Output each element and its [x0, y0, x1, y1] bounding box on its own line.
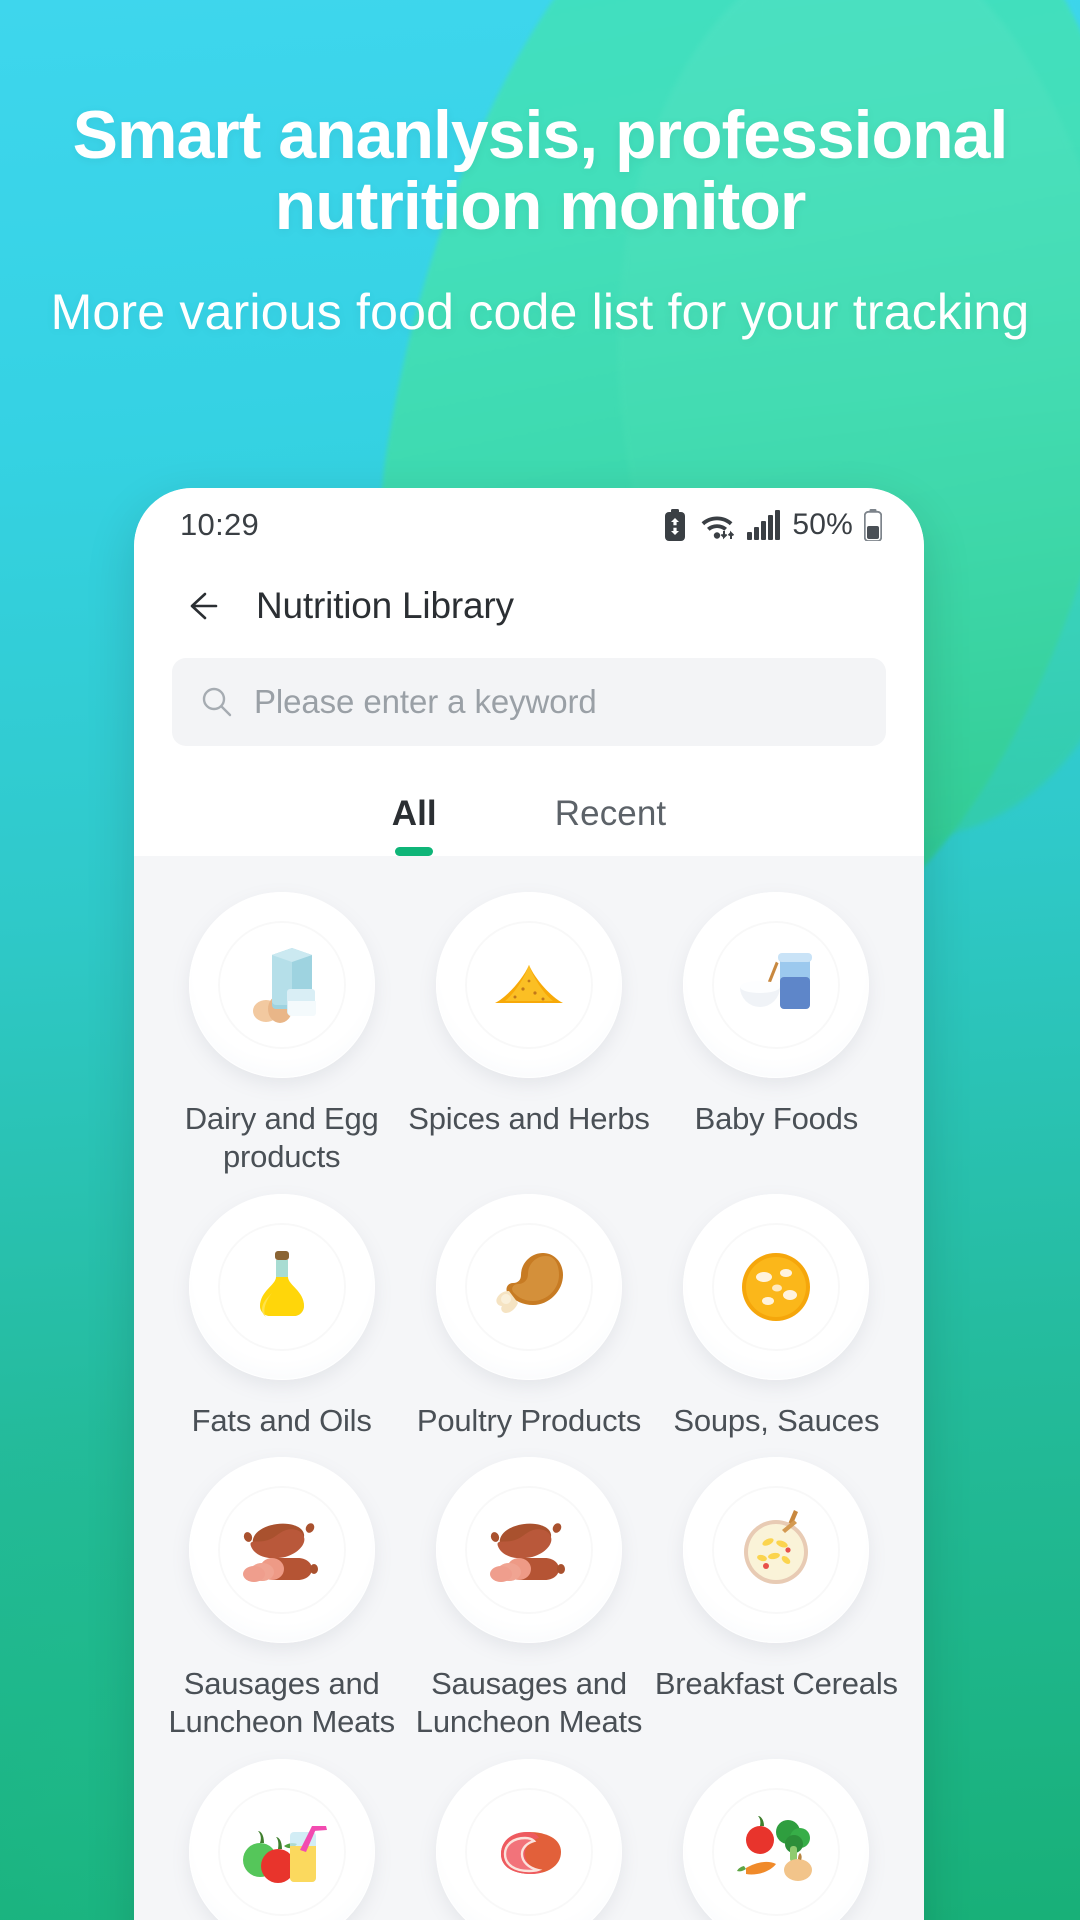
category-plate: [683, 1759, 870, 1920]
category-label: Dairy and Egg products: [184, 1101, 379, 1174]
soup-bowl-icon: [742, 1252, 811, 1321]
category-label: Breakfast Cereals: [654, 1666, 898, 1702]
category-label: Sausages and Luncheon Meats: [168, 1666, 395, 1740]
category-item[interactable]: Baby Foods: [653, 882, 900, 1176]
oil-bottle-icon: [259, 1250, 304, 1317]
spice-powder-icon: [494, 965, 563, 1003]
category-plate: [435, 1193, 622, 1380]
fruits-juice-icon: [242, 1826, 327, 1884]
tab-bar: All Recent: [134, 746, 924, 856]
category-label: Spices and Herbs: [408, 1101, 650, 1136]
category-label: Soups, Sauces: [673, 1402, 880, 1438]
category-plate: [435, 1457, 622, 1644]
category-item[interactable]: Sausages and Luncheon Meats: [405, 1447, 652, 1741]
back-arrow-icon[interactable]: [180, 585, 222, 627]
signal-icon: [747, 510, 781, 540]
category-grid: Dairy and Egg products Spices and Herbs: [134, 856, 924, 1920]
sausage-icon: [489, 1523, 565, 1583]
category-item[interactable]: Fruits and Fruit: [158, 1749, 405, 1920]
baby-food-bowl-icon: [740, 953, 813, 1009]
category-item[interactable]: Poultry Products: [405, 1184, 652, 1440]
category-plate: [188, 1759, 375, 1920]
search-area: Please enter a keyword: [134, 654, 924, 746]
battery-percent-label: 50%: [792, 508, 853, 541]
tab-recent-label: Recent: [554, 794, 667, 833]
vegetables-icon: [737, 1816, 813, 1882]
promo-copy: Smart ananlysis, professional nutrition …: [0, 100, 1080, 342]
tab-active-indicator: [395, 847, 434, 856]
milk-carton-eggs-icon: [252, 948, 316, 1023]
category-plate: [683, 1457, 870, 1644]
category-item[interactable]: Breakfast Cereals: [653, 1447, 900, 1741]
search-icon: [202, 687, 232, 717]
app-top-sheet: 10:29 50% Nutrition Library Please enter…: [134, 488, 924, 856]
cereal-bowl-icon: [744, 1510, 809, 1585]
category-plate: [188, 1193, 375, 1380]
category-item[interactable]: Fats and Oils: [158, 1184, 405, 1440]
category-item[interactable]: Soups, Sauces: [653, 1184, 900, 1440]
category-label: Poultry Products: [416, 1402, 642, 1438]
category-label: Fats and Oils: [191, 1402, 372, 1438]
category-item[interactable]: Sausages and Luncheon Meats: [158, 1447, 405, 1741]
category-item[interactable]: Spices and Herbs: [405, 882, 652, 1176]
search-placeholder: Please enter a keyword: [254, 683, 597, 720]
battery-icon: [864, 509, 882, 541]
chicken-drumstick-icon: [496, 1252, 563, 1313]
search-input[interactable]: Please enter a keyword: [172, 658, 886, 746]
battery-saver-icon: [665, 509, 686, 541]
tab-all-label: All: [391, 794, 437, 833]
category-label: Baby Foods: [694, 1101, 859, 1136]
sausage-icon: [242, 1523, 318, 1583]
tab-recent[interactable]: Recent: [555, 794, 667, 856]
phone-mockup: 10:29 50% Nutrition Library Please enter…: [134, 488, 924, 1920]
page-title: Nutrition Library: [256, 585, 514, 626]
category-plate: [683, 1193, 870, 1380]
category-label: Sausages and Luncheon Meats: [415, 1666, 643, 1740]
status-clock: 10:29: [180, 507, 260, 542]
tab-all[interactable]: All: [392, 794, 437, 856]
category-plate: [188, 892, 375, 1078]
raw-meat-icon: [500, 1832, 561, 1875]
category-item[interactable]: [405, 1749, 652, 1920]
status-bar: 10:29 50%: [134, 492, 924, 558]
wifi-icon: [701, 516, 735, 540]
category-item[interactable]: Vegetabl: [653, 1749, 900, 1920]
category-plate: [435, 1759, 622, 1920]
category-item[interactable]: Dairy and Egg products: [158, 882, 405, 1176]
promo-subheadline: More various food code list for your tra…: [50, 284, 1030, 341]
category-plate: [435, 892, 622, 1078]
status-indicators: 50%: [663, 508, 882, 542]
app-navbar: Nutrition Library: [134, 558, 924, 654]
category-plate: [188, 1457, 375, 1644]
category-plate: [683, 892, 870, 1078]
promo-headline: Smart ananlysis, professional nutrition …: [72, 97, 1009, 244]
